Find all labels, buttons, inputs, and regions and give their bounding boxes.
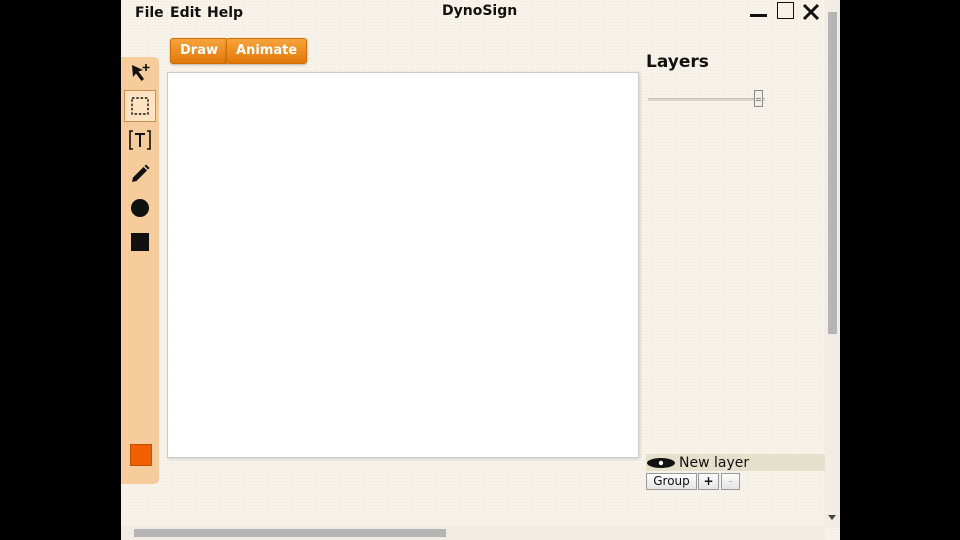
draw-mode-button[interactable]: Draw (170, 38, 228, 64)
pencil-icon (132, 164, 150, 182)
remove-layer-button[interactable]: - (721, 473, 740, 490)
rectangle-tool[interactable] (124, 226, 156, 258)
select-pointer-icon (132, 64, 150, 81)
menu-bar: File Edit Help DynoSign (121, 0, 840, 26)
horizontal-scroll-thumb[interactable] (134, 529, 446, 537)
horizontal-scrollbar[interactable] (121, 526, 825, 540)
marquee-select-icon (131, 97, 149, 115)
layer-item[interactable]: New layer (646, 454, 825, 471)
select-tool[interactable] (124, 57, 156, 89)
text-tool-icon (129, 130, 151, 150)
menu-file[interactable]: File (135, 5, 164, 21)
pencil-tool[interactable] (124, 158, 156, 190)
scroll-down-arrow-icon[interactable] (828, 515, 836, 520)
drawing-canvas[interactable] (167, 72, 639, 458)
layer-opacity-slider[interactable] (648, 98, 765, 101)
circle-icon (131, 199, 149, 217)
app-window: File Edit Help DynoSign Draw Animate Lay… (121, 0, 840, 540)
animate-mode-button[interactable]: Animate (226, 38, 308, 64)
eye-icon[interactable] (646, 457, 676, 469)
marquee-tool[interactable] (124, 90, 156, 122)
text-tool[interactable] (124, 124, 156, 156)
slider-thumb[interactable] (754, 90, 763, 107)
add-layer-button[interactable]: + (698, 473, 719, 490)
color-swatch[interactable] (130, 444, 152, 466)
tool-palette (121, 57, 159, 484)
minimize-button[interactable] (749, 2, 769, 22)
group-layers-button[interactable]: Group (646, 473, 697, 490)
close-icon (802, 3, 820, 21)
layers-panel-title: Layers (646, 52, 709, 72)
circle-tool[interactable] (124, 192, 156, 224)
window-title: DynoSign (442, 3, 518, 19)
vertical-scroll-thumb[interactable] (828, 12, 837, 334)
menu-help[interactable]: Help (207, 5, 243, 21)
close-button[interactable] (801, 2, 821, 22)
menu-edit[interactable]: Edit (170, 5, 201, 21)
maximize-button[interactable] (776, 2, 796, 22)
square-icon (131, 233, 149, 251)
vertical-scrollbar[interactable] (825, 0, 840, 528)
layer-name: New layer (679, 454, 750, 471)
